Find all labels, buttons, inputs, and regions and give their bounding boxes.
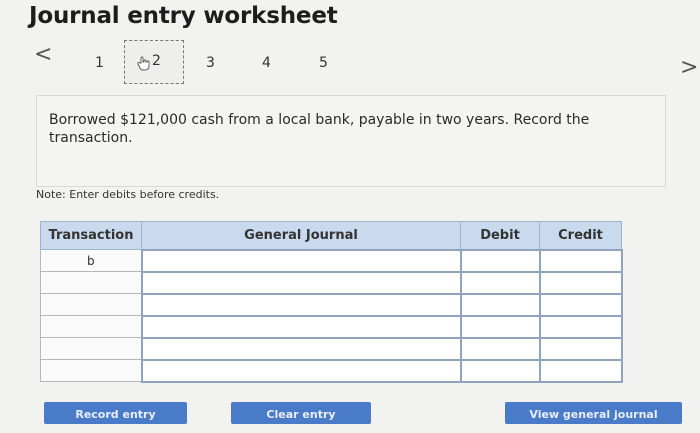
account-input[interactable] [140, 358, 462, 383]
credit-input[interactable] [538, 314, 623, 339]
table-row [40, 336, 623, 361]
table-row [40, 358, 623, 383]
account-input[interactable] [140, 336, 462, 361]
table-row [40, 314, 623, 339]
journal-table: Transaction General Journal Debit Credit… [40, 221, 623, 383]
page-title: Journal entry worksheet [29, 3, 338, 29]
transaction-cell [40, 359, 142, 382]
next-arrow-icon[interactable]: > [680, 55, 698, 80]
note-text: Note: Enter debits before credits. [36, 188, 220, 201]
debit-input[interactable] [459, 314, 541, 339]
step-4[interactable]: 4 [262, 55, 271, 71]
transaction-cell [40, 315, 142, 338]
table-row [40, 270, 623, 295]
transaction-cell: b [40, 249, 142, 272]
hand-pointer-icon [137, 56, 150, 71]
account-input[interactable] [140, 270, 462, 295]
debit-input[interactable] [459, 292, 541, 317]
credit-input[interactable] [538, 336, 623, 361]
transaction-prompt: Borrowed $121,000 cash from a local bank… [49, 112, 590, 146]
account-input[interactable] [140, 314, 462, 339]
account-input[interactable] [140, 292, 462, 317]
record-entry-button[interactable]: Record entry [44, 402, 187, 424]
view-general-journal-button[interactable]: View general journal [505, 402, 682, 424]
table-row: b [40, 248, 623, 273]
debit-input[interactable] [459, 358, 541, 383]
step-2-active[interactable]: 2 [124, 40, 184, 84]
header-general-journal: General Journal [141, 221, 461, 250]
header-debit: Debit [460, 221, 540, 250]
prompt-box: Borrowed $121,000 cash from a local bank… [36, 95, 666, 187]
account-input[interactable] [140, 248, 462, 273]
step-1[interactable]: 1 [95, 55, 104, 71]
transaction-cell [40, 337, 142, 360]
step-3[interactable]: 3 [206, 55, 215, 71]
credit-input[interactable] [538, 358, 623, 383]
transaction-cell [40, 271, 142, 294]
header-credit: Credit [539, 221, 622, 250]
debit-input[interactable] [459, 270, 541, 295]
debit-input[interactable] [459, 336, 541, 361]
step-2-label: 2 [152, 53, 161, 69]
credit-input[interactable] [538, 248, 623, 273]
clear-entry-button[interactable]: Clear entry [231, 402, 371, 424]
prev-arrow-icon[interactable]: < [34, 42, 52, 67]
table-header-row: Transaction General Journal Debit Credit [40, 221, 622, 250]
credit-input[interactable] [538, 292, 623, 317]
debit-input[interactable] [459, 248, 541, 273]
transaction-cell [40, 293, 142, 316]
table-row [40, 292, 623, 317]
header-transaction: Transaction [40, 221, 142, 250]
credit-input[interactable] [538, 270, 623, 295]
step-5[interactable]: 5 [319, 55, 328, 71]
